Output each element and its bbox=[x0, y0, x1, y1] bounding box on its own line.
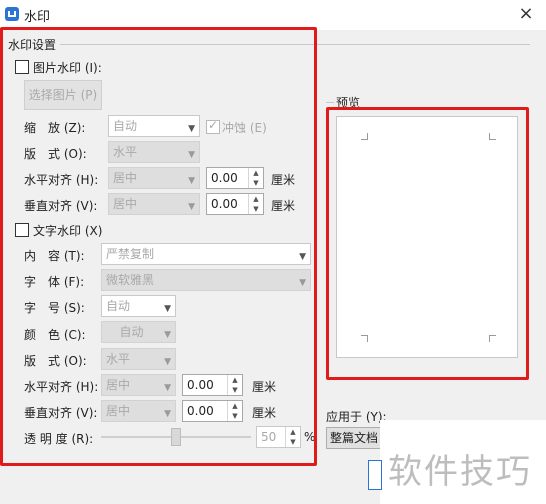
close-button[interactable]: × bbox=[512, 2, 540, 26]
apply-to-label: 应用于 (Y): bbox=[326, 410, 387, 424]
apply-to-select[interactable]: 整篇文档 bbox=[326, 427, 382, 449]
title-bar: 水印 × bbox=[0, 0, 546, 30]
window-title: 水印 bbox=[24, 10, 51, 25]
ok-button-edge[interactable] bbox=[368, 460, 382, 490]
preview-highlight-frame bbox=[326, 107, 529, 380]
settings-highlight-frame bbox=[0, 27, 317, 466]
preview-group-divider bbox=[326, 102, 334, 103]
watermark-dialog: 水印 × 水印设置 图片水印 (I): 选择图片 (P) 缩 放 (Z): 自动… bbox=[0, 0, 546, 504]
source-watermark-text: 软件技巧 bbox=[388, 452, 532, 492]
wps-app-icon bbox=[5, 7, 19, 21]
